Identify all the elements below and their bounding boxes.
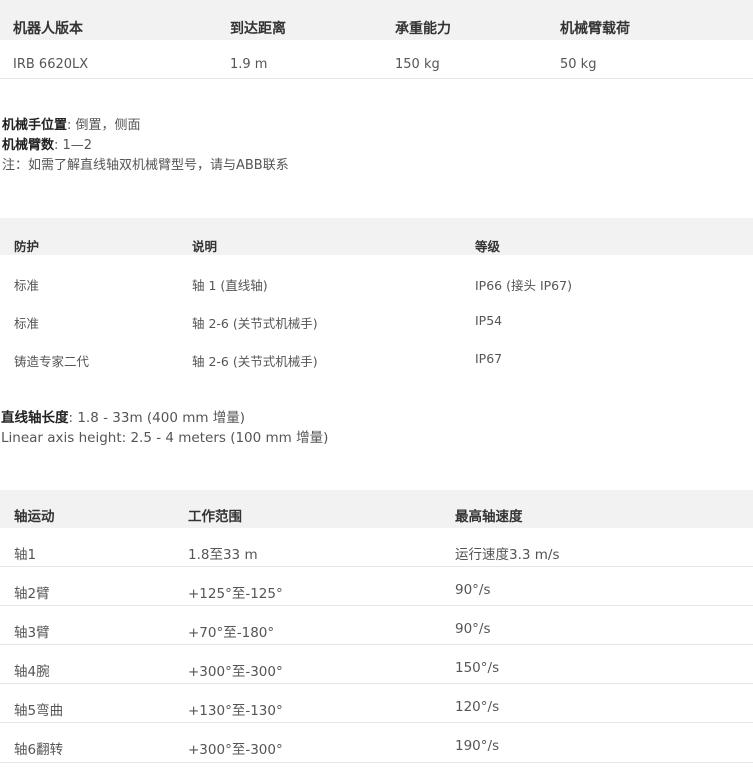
range-cell: +125°至-125° [188, 586, 283, 602]
row-divider [0, 762, 753, 763]
grade-cell: IP67 [475, 351, 503, 366]
axis-length-line: 直线轴长度: 1.8 - 33m (400 mm 增量) [1, 408, 328, 428]
cell-capacity: 150 kg [395, 57, 440, 72]
robot-version-table: 机器人版本 到达距离 承重能力 机械臂载荷 IRB 6620LX 1.9 m 1… [0, 0, 753, 79]
speed-cell: 190°/s [455, 738, 500, 754]
protection-cell: 标准 [14, 278, 40, 293]
description-cell: 轴 1 (直线轴) [192, 278, 268, 293]
description-cell: 轴 2-6 (关节式机械手) [192, 316, 318, 331]
header-work-range: 工作范围 [188, 509, 242, 525]
range-cell: +70°至-180° [188, 625, 275, 641]
note-line: 注：如需了解直线轴双机械臂型号，请与ABB联系 [2, 158, 289, 173]
axis-cell: 轴2臂 [14, 586, 50, 602]
row-divider [0, 566, 753, 567]
speed-cell: 150°/s [455, 660, 500, 676]
axis-length-value: : 1.8 - 33m (400 mm 增量) [68, 410, 246, 426]
header-protection: 防护 [14, 239, 40, 254]
speed-cell: 120°/s [455, 699, 500, 715]
range-cell: +300°至-300° [188, 664, 283, 680]
grade-cell: IP54 [475, 313, 503, 328]
position-label: 机械手位置 [2, 118, 68, 133]
row-divider [0, 722, 753, 723]
speed-cell: 90°/s [455, 582, 491, 598]
protection-cell: 铸造专家二代 [14, 354, 90, 369]
protection-cell: 标准 [14, 316, 40, 331]
cell-arm-load: 50 kg [560, 57, 597, 72]
axis-motion-table-header [0, 490, 753, 528]
range-cell: 1.8至33 m [188, 547, 258, 563]
header-max-speed: 最高轴速度 [455, 509, 523, 525]
axis-cell: 轴5弯曲 [14, 703, 64, 719]
header-reach: 到达距离 [230, 21, 286, 37]
table-header-row: 机器人版本 到达距离 承重能力 机械臂载荷 [0, 0, 753, 40]
header-arm-load: 机械臂载荷 [560, 21, 630, 37]
header-version: 机器人版本 [13, 21, 83, 37]
arms-label: 机械臂数 [2, 138, 55, 153]
row-divider [0, 683, 753, 684]
axis-cell: 轴4腕 [14, 664, 50, 680]
position-value: : 倒置，侧面 [67, 118, 141, 133]
header-capacity: 承重能力 [395, 21, 451, 37]
axis-length-label: 直线轴长度 [1, 410, 69, 426]
row-divider [0, 644, 753, 645]
robot-info-block: 机械手位置: 倒置，侧面 机械臂数: 1—2 注：如需了解直线轴双机械臂型号，请… [2, 116, 289, 176]
description-cell: 轴 2-6 (关节式机械手) [192, 354, 318, 369]
arms-line: 机械臂数: 1—2 [2, 136, 289, 156]
speed-cell: 90°/s [455, 621, 491, 637]
cell-reach: 1.9 m [230, 57, 268, 72]
speed-cell: 运行速度3.3 m/s [455, 547, 560, 563]
header-grade: 等级 [475, 239, 501, 254]
axis-height-line: Linear axis height: 2.5 - 4 meters (100 … [1, 430, 329, 446]
range-cell: +130°至-130° [188, 703, 283, 719]
axis-info-block: 直线轴长度: 1.8 - 33m (400 mm 增量) Linear axis… [1, 408, 328, 448]
axis-cell: 轴3臂 [14, 625, 50, 641]
position-line: 机械手位置: 倒置，侧面 [2, 116, 289, 136]
header-axis-motion: 轴运动 [14, 509, 55, 525]
row-divider [0, 605, 753, 606]
arms-value: : 1—2 [54, 138, 93, 153]
protection-table-header [0, 218, 753, 255]
header-description: 说明 [192, 239, 218, 254]
cell-version: IRB 6620LX [13, 57, 89, 72]
range-cell: +300°至-300° [188, 742, 283, 758]
axis-cell: 轴1 [14, 547, 37, 563]
grade-cell: IP66 (接头 IP67) [475, 278, 572, 293]
axis-cell: 轴6翻转 [14, 742, 64, 758]
table-row: IRB 6620LX 1.9 m 150 kg 50 kg [0, 40, 753, 79]
